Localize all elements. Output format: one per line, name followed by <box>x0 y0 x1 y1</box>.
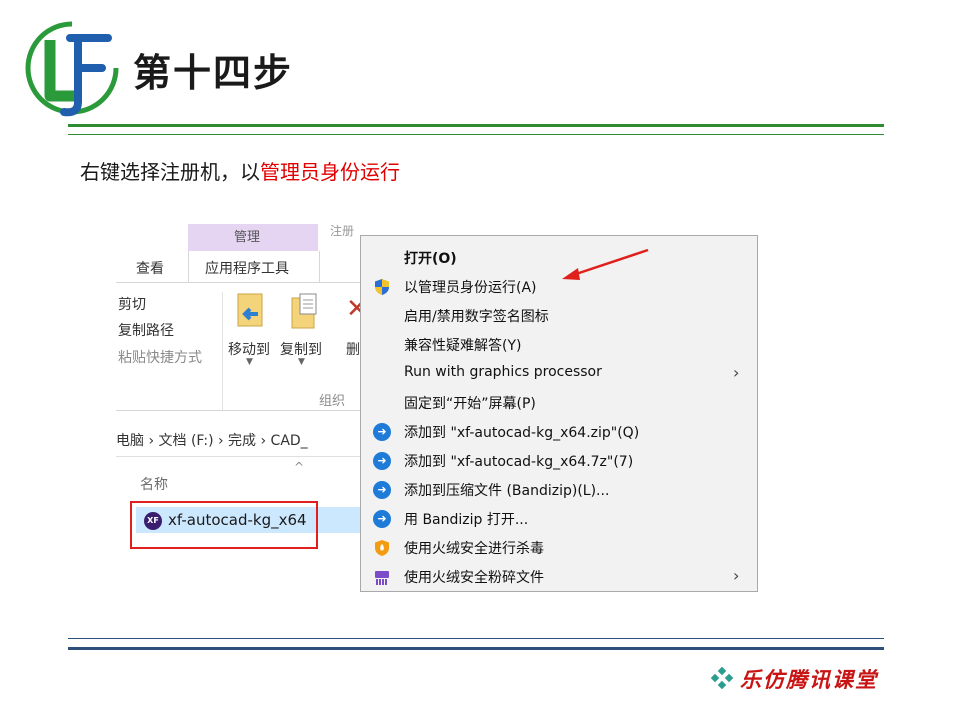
brand-text: 乐仿腾讯课堂 <box>740 667 878 692</box>
bandizip-icon: ➜ <box>373 510 391 528</box>
paste-shortcut-button[interactable]: 粘贴快捷方式 <box>118 347 202 367</box>
chevron-right-icon: › <box>733 363 740 382</box>
menu-item-open-bandizip[interactable]: ➜ 用 Bandizip 打开... <box>361 505 757 533</box>
sort-ascending-icon: ^ <box>294 460 305 474</box>
delete-button-label: 删 <box>346 342 360 358</box>
menu-item-compatibility[interactable]: 兼容性疑难解答(Y) <box>361 331 757 359</box>
menu-item-label: Run with graphics processor <box>404 364 602 380</box>
menu-item-huorong-shred[interactable]: 使用火绒安全粉碎文件 › <box>361 563 757 591</box>
bandizip-icon: ➜ <box>373 481 391 499</box>
address-breadcrumb[interactable]: 电脑 › 文档 (F:) › 完成 › CAD_ <box>116 430 308 450</box>
bandizip-icon: ➜ <box>373 423 391 441</box>
instruction-highlight: 管理员身份运行 <box>260 160 400 184</box>
ribbon-bottom-border <box>116 410 376 411</box>
menu-item-huorong-scan[interactable]: 使用火绒安全进行杀毒 <box>361 534 757 562</box>
column-header-name[interactable]: 名称 <box>140 474 168 494</box>
chevron-down-icon: ▼ <box>298 357 305 367</box>
tab-view[interactable]: 查看 <box>136 258 164 278</box>
header-rule-thin <box>68 134 884 135</box>
slide-title: 第十四步 <box>133 51 294 95</box>
menu-item-label: 打开(O) <box>404 251 457 267</box>
menu-item-add-7z[interactable]: ➜ 添加到 "xf-autocad-kg_x64.7z"(7) <box>361 447 757 475</box>
menu-item-label: 启用/禁用数字签名图标 <box>404 309 549 325</box>
brand-diamond-icon <box>711 667 733 689</box>
menu-item-label: 添加到 "xf-autocad-kg_x64.zip"(Q) <box>404 425 640 441</box>
menu-item-add-archive[interactable]: ➜ 添加到压缩文件 (Bandizip)(L)... <box>361 476 757 504</box>
window-title-partial: 注册 <box>330 224 355 238</box>
menu-item-label: 以管理员身份运行(A) <box>404 280 537 296</box>
huorong-shield-icon <box>375 540 389 556</box>
menu-item-signature-icon[interactable]: 启用/禁用数字签名图标 <box>361 302 757 330</box>
menu-item-add-zip[interactable]: ➜ 添加到 "xf-autocad-kg_x64.zip"(Q) <box>361 418 757 446</box>
copy-path-button[interactable]: 复制路径 <box>118 320 174 340</box>
menu-item-label: 使用火绒安全粉碎文件 <box>404 570 544 586</box>
tab-app-tools[interactable]: 应用程序工具 <box>188 251 320 283</box>
footer-rule-thin <box>68 638 884 639</box>
tab-app-tools-label: 应用程序工具 <box>205 261 289 277</box>
context-menu: 打开(O) 以管理员身份运行(A) 启用/禁用数字签名图标 兼容性疑难解答(Y)… <box>360 235 758 592</box>
header-rule-thick <box>68 124 884 127</box>
cut-button[interactable]: 剪切 <box>118 294 146 314</box>
menu-item-label: 固定到“开始”屏幕(P) <box>404 396 536 412</box>
bandizip-icon: ➜ <box>373 452 391 470</box>
menu-item-label: 使用火绒安全进行杀毒 <box>404 541 544 557</box>
shredder-icon <box>375 571 389 585</box>
lf-logo <box>25 21 119 117</box>
menu-item-graphics-processor[interactable]: Run with graphics processor › <box>361 360 757 388</box>
uac-shield-icon <box>375 279 389 295</box>
copy-to-icon[interactable] <box>290 292 320 330</box>
menu-item-label: 用 Bandizip 打开... <box>404 512 529 528</box>
organize-group-label: 组织 <box>319 394 346 409</box>
ribbon-group-separator <box>222 292 223 410</box>
chevron-right-icon: › <box>733 566 740 585</box>
ribbon-tab-divider <box>116 282 376 283</box>
instruction-text: 右键选择注册机，以管理员身份运行 <box>80 156 400 185</box>
annotation-arrow-icon <box>562 248 649 280</box>
address-divider <box>116 456 376 457</box>
menu-item-pin-start[interactable]: 固定到“开始”屏幕(P) <box>361 389 757 417</box>
instruction-plain: 右键选择注册机，以 <box>80 160 260 184</box>
explorer-screenshot: 管理 注册 查看 应用程序工具 剪切 复制路径 粘贴快捷方式 ✕ 移动到 复制到… <box>116 212 762 592</box>
copy-to-button-label: 复制到 <box>280 342 322 358</box>
chevron-down-icon: ▼ <box>246 357 253 367</box>
highlight-box <box>130 501 318 549</box>
menu-item-label: 添加到 "xf-autocad-kg_x64.7z"(7) <box>404 454 634 470</box>
move-to-icon[interactable] <box>236 292 266 330</box>
footer-rule-thick <box>68 647 884 650</box>
menu-item-label: 兼容性疑难解答(Y) <box>404 338 522 354</box>
manage-tab-label: 管理 <box>234 230 261 245</box>
move-to-button-label: 移动到 <box>228 342 270 358</box>
menu-item-label: 添加到压缩文件 (Bandizip)(L)... <box>404 483 610 499</box>
